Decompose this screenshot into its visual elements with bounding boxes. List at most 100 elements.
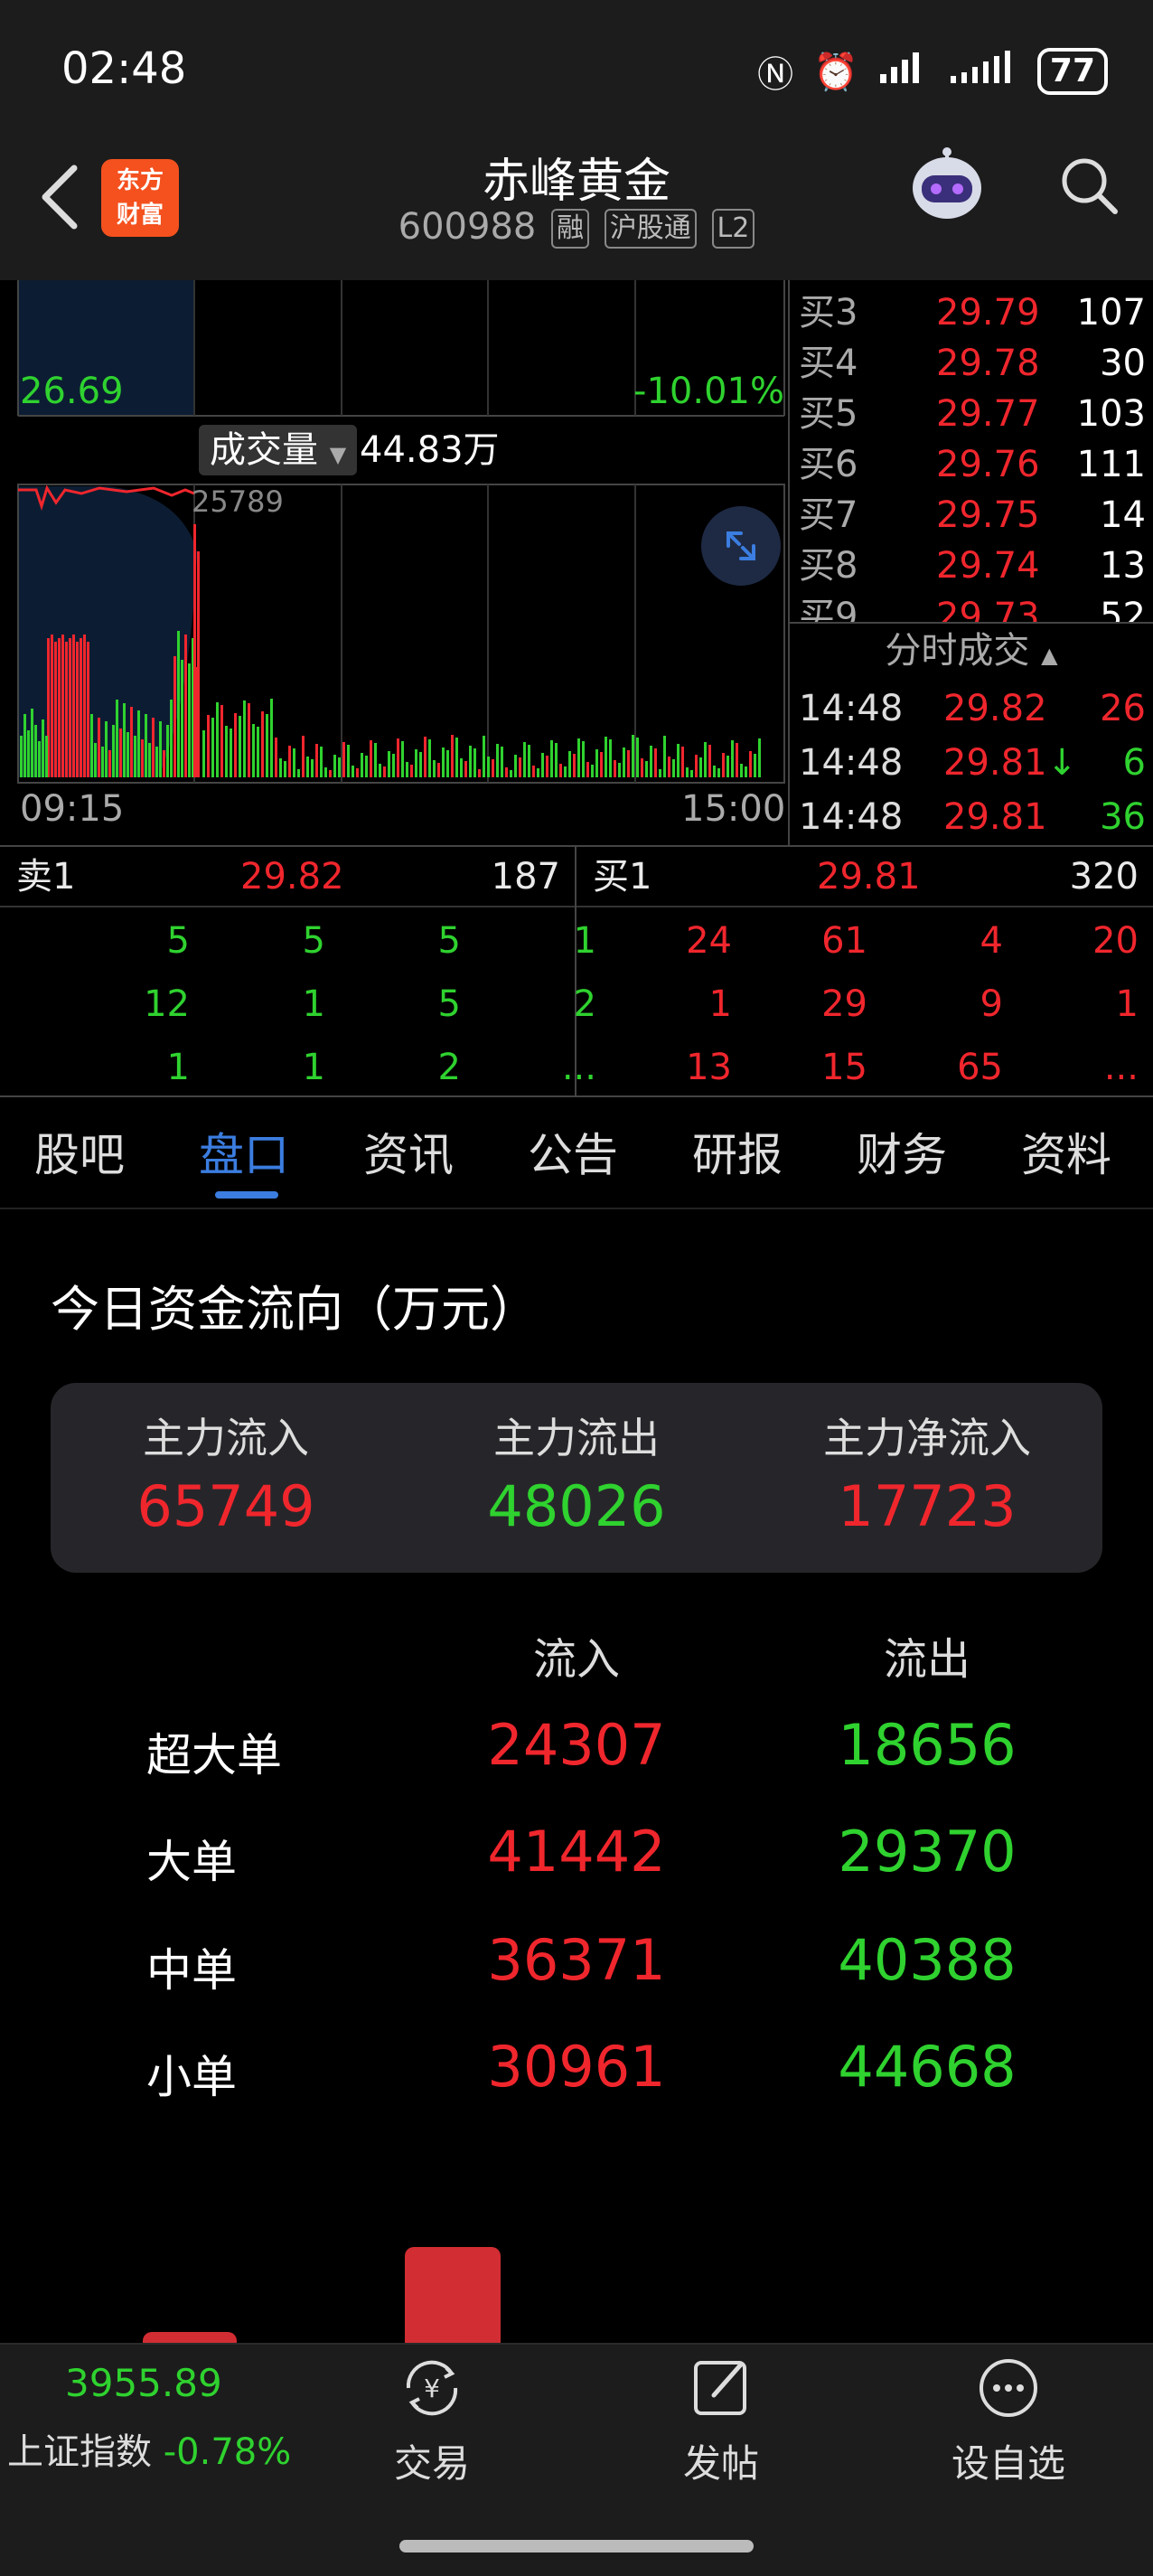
volume-bar (148, 743, 151, 777)
volume-bar (51, 635, 53, 777)
nav-add-watchlist[interactable]: 设自选 (936, 2352, 1081, 2488)
order-book-row: 买8 29.74 13 (799, 545, 1146, 587)
caret-down-icon: ▼ (329, 442, 347, 467)
volume-bar (324, 767, 327, 777)
volume-bar (754, 754, 756, 777)
volume-bar (699, 757, 702, 777)
volume-bar (605, 737, 607, 777)
tab-pankou[interactable]: 盘口 (199, 1119, 289, 1184)
buy-queue-cell: 1 (708, 983, 732, 1025)
volume-bar (392, 754, 395, 777)
buy1-volume: 320 (1069, 856, 1139, 898)
nav-trade[interactable]: ¥ 交易 (360, 2352, 504, 2488)
volume-bar (510, 770, 512, 777)
volume-bar (464, 761, 467, 777)
volume-bar (230, 729, 232, 777)
volume-bar (72, 635, 75, 777)
volume-bar (406, 762, 408, 777)
sell-queue-cell: 1 (166, 1047, 190, 1088)
home-indicator[interactable] (399, 2540, 754, 2552)
buy-queue-cell: 65 (957, 1047, 1003, 1088)
order-book[interactable]: 买3 29.79 107 买4 29.78 30 买5 29.77 103 买6 29.76 1… (790, 280, 1153, 624)
volume-bar (442, 747, 445, 777)
volume-bar (654, 748, 657, 777)
status-icons: Ⓝ ⏰ 77 (757, 45, 1108, 98)
volume-bar (27, 730, 30, 777)
volume-bar (184, 635, 187, 777)
medium-inflow: 36371 (487, 1927, 666, 1993)
tab-announcements[interactable]: 公告 (528, 1119, 618, 1184)
order-book-row: 买9 29.73 52 (799, 596, 1146, 624)
buy-queue-cell: 61 (821, 920, 867, 962)
volume-bar (668, 757, 670, 777)
volume-bar (352, 766, 354, 777)
volume-bar (20, 736, 23, 777)
tab-financials[interactable]: 财务 (857, 1119, 947, 1184)
volume-bar (94, 743, 97, 777)
search-icon[interactable] (1057, 154, 1120, 217)
buy1-price: 29.81 (817, 856, 921, 898)
expand-chart-icon[interactable] (701, 506, 781, 586)
volume-indicator-dropdown[interactable]: 成交量 ▼ (199, 425, 358, 475)
volume-bar (460, 758, 463, 777)
time-axis-start: 09:15 (20, 788, 125, 830)
volume-bar (220, 705, 223, 777)
volume-bar (361, 753, 363, 777)
tab-profile[interactable]: 资料 (1021, 1119, 1111, 1184)
sell-queue-cell: 1 (573, 920, 596, 962)
volume-bar (202, 730, 205, 777)
volume-bar (550, 740, 553, 777)
volume-bar (76, 642, 79, 777)
volume-bar (101, 747, 104, 777)
order-book-row: 买6 29.76 111 (799, 444, 1146, 485)
volume-bar (108, 750, 111, 777)
volume-bar (297, 769, 300, 777)
volume-bar (573, 754, 576, 777)
volume-bar (159, 721, 162, 777)
medium-outflow: 40388 (838, 1927, 1017, 1993)
volume-bar (645, 761, 648, 777)
volume-bar (370, 740, 372, 777)
tab-guba[interactable]: 股吧 (34, 1119, 125, 1184)
main-net-inflow-label: 主力净流入 (823, 1414, 1031, 1462)
index-value[interactable]: 3955.89 (65, 2361, 222, 2405)
row-label-super-large: 超大单 (146, 1729, 282, 1782)
volume-bar (112, 725, 115, 777)
robot-assistant-icon[interactable] (902, 141, 992, 231)
volume-bar (505, 767, 508, 777)
volume-bar (279, 758, 282, 777)
volume-bar (31, 709, 33, 777)
volume-bar (374, 743, 377, 777)
volume-bar (293, 748, 295, 777)
volume-bar (197, 551, 200, 777)
volume-bar (704, 742, 707, 777)
trade-row: 14:48 29.81↓ 6 (799, 742, 1146, 784)
volume-bar (609, 739, 612, 777)
edit-post-icon (694, 2361, 746, 2415)
volume-bar (356, 768, 359, 777)
tag-connect: 沪股通 (604, 209, 697, 249)
volume-bar (514, 755, 517, 777)
volume-bar (266, 714, 268, 777)
sell-queue-cell: 1 (302, 1047, 325, 1088)
tab-news[interactable]: 资讯 (363, 1119, 454, 1184)
tab-research[interactable]: 研报 (692, 1119, 783, 1184)
buy-queue-cell: 13 (686, 1047, 732, 1088)
intraday-chart[interactable] (0, 280, 788, 845)
index-info[interactable]: 上证指数 -0.78% (7, 2422, 291, 2475)
trade-row: 14:48 29.82 26 (799, 688, 1146, 729)
nav-post[interactable]: 发帖 (649, 2352, 793, 2488)
sell-queue-cell: 12 (144, 983, 190, 1025)
caret-up-icon: ▲ (1041, 643, 1058, 668)
volume-bar (424, 737, 427, 777)
volume-bar (397, 738, 399, 777)
trades-header[interactable]: 分时成交 ▲ (790, 624, 1153, 678)
volume-bar (270, 699, 273, 777)
volume-bar (116, 700, 118, 777)
volume-bar (528, 745, 530, 777)
volume-bar (152, 718, 155, 777)
volume-bar (546, 756, 548, 777)
index-pct: -0.78% (163, 2431, 292, 2473)
volume-bar (731, 740, 734, 777)
volume-bar (600, 752, 603, 777)
